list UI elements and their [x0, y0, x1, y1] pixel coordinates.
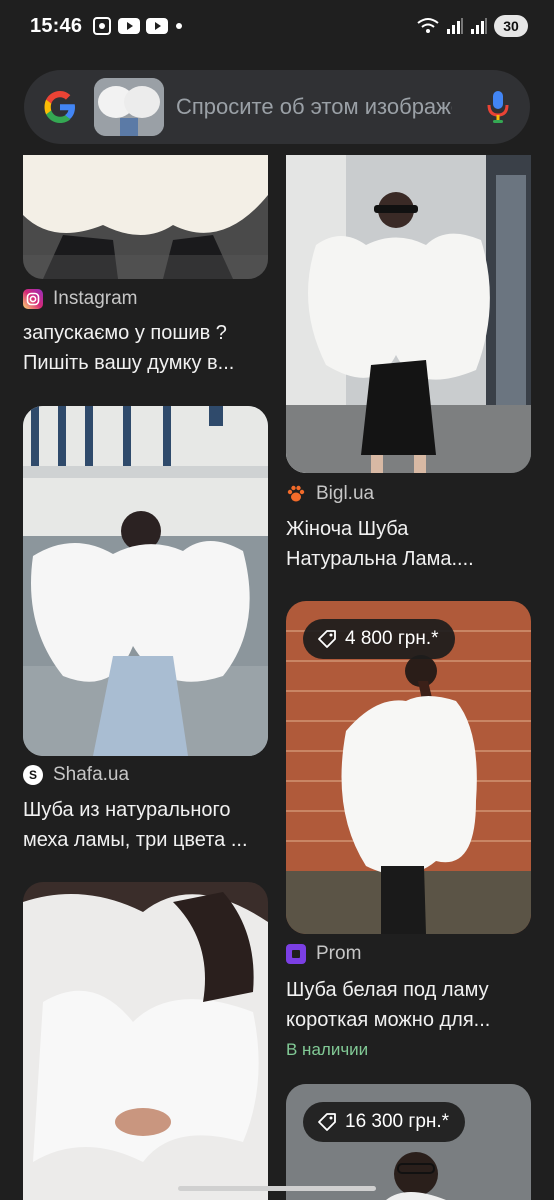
signal-icon-2: [471, 18, 487, 34]
search-input[interactable]: [176, 94, 452, 120]
price-text: 4 800 грн.*: [345, 628, 439, 649]
status-bar: 15:46 30: [0, 0, 554, 52]
screenshot-icon: [93, 17, 112, 35]
result-title-line: Шуба белая под ламу: [286, 979, 489, 1001]
result-source-2[interactable]: Bigl.ua: [286, 483, 374, 505]
result-title-line: Шуба из натурального: [23, 799, 231, 821]
source-name: Bigl.ua: [316, 483, 375, 504]
source-name: Prom: [316, 943, 362, 964]
price-text: 16 300 грн.*: [345, 1111, 450, 1132]
status-time: 15:46: [30, 14, 83, 37]
result-source-3[interactable]: S Shafa.ua: [23, 764, 129, 786]
source-name: Shafa.ua: [53, 764, 130, 785]
home-indicator[interactable]: [178, 1186, 376, 1191]
result-title-1[interactable]: запускаємо у пошив ? Пишіть вашу думку в…: [23, 318, 273, 378]
availability-label: В наличии: [286, 1040, 369, 1059]
result-title-line: меха ламы, три цвета ...: [23, 829, 248, 851]
result-title-line: короткая можно для...: [286, 1009, 491, 1031]
result-title-line: Пишіть вашу думку в...: [23, 352, 235, 374]
battery-indicator: 30: [494, 15, 528, 37]
result-source-1[interactable]: Instagram: [23, 288, 137, 310]
result-source-4[interactable]: Prom: [286, 943, 361, 965]
paw-icon: [286, 484, 306, 504]
result-image-3[interactable]: [23, 406, 268, 756]
prom-icon: [286, 944, 306, 964]
result-title-line: запускаємо у пошив ?: [23, 322, 227, 344]
price-badge[interactable]: 16 300 грн.*: [303, 1102, 466, 1142]
result-title-3[interactable]: Шуба из натурального меха ламы, три цвет…: [23, 795, 273, 855]
price-tag-icon: [318, 630, 336, 648]
result-image-2[interactable]: [286, 155, 531, 473]
result-title-line: Жіноча Шуба: [286, 518, 409, 540]
instagram-icon: [23, 289, 43, 309]
result-title-4[interactable]: Шуба белая под ламу короткая можно для..…: [286, 975, 536, 1035]
result-title-2[interactable]: Жіноча Шуба Натуральна Лама....: [286, 514, 536, 574]
youtube-icon-2: [146, 18, 169, 34]
signal-icon: [447, 18, 463, 34]
dot-icon: [176, 23, 183, 29]
result-image-1[interactable]: [23, 155, 268, 279]
search-bar[interactable]: [24, 70, 530, 144]
query-image-thumbnail[interactable]: [94, 78, 164, 136]
price-tag-icon: [318, 1113, 336, 1131]
source-name: Instagram: [53, 288, 138, 309]
result-title-line: Натуральна Лама....: [286, 548, 474, 570]
notification-icons: [92, 16, 184, 36]
google-logo-icon: [44, 91, 75, 123]
price-badge[interactable]: 4 800 грн.*: [303, 619, 455, 659]
shafa-icon: S: [23, 765, 43, 785]
youtube-icon: [118, 18, 141, 34]
wifi-icon: [417, 18, 439, 33]
result-image-5[interactable]: [23, 882, 268, 1200]
microphone-icon[interactable]: [484, 89, 512, 125]
